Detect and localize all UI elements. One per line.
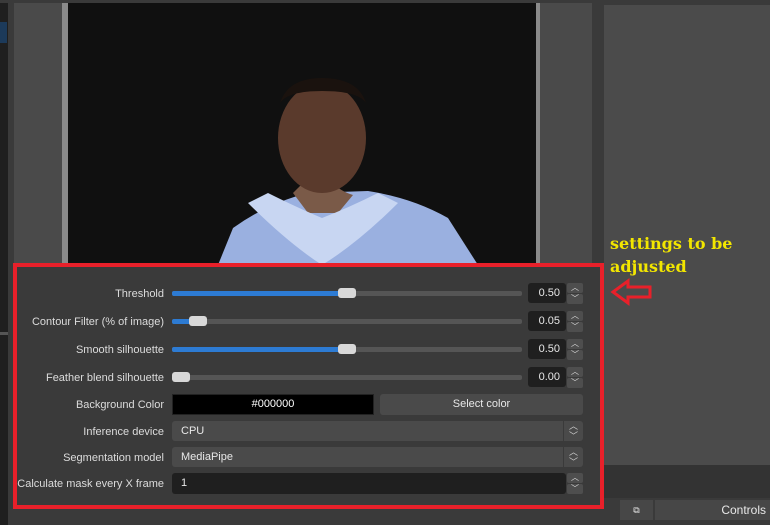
slider-fill	[172, 347, 347, 352]
inference-device-select[interactable]: CPU ︿ ﹀	[172, 421, 583, 441]
undock-icon[interactable]: ⧉	[620, 500, 653, 520]
increment-icon[interactable]: ︿	[567, 367, 583, 377]
video-preview	[62, 3, 540, 265]
inference-device-label: Inference device	[83, 426, 164, 438]
contour-filter-spinbox[interactable]: 0.05	[528, 311, 566, 331]
mask-frame-label: Calculate mask every X frame	[17, 478, 164, 490]
threshold-label: Threshold	[115, 288, 164, 300]
increment-icon[interactable]: ︿	[567, 339, 583, 349]
select-color-button[interactable]: Select color	[380, 394, 583, 415]
annotation-line-2: adjusted	[610, 257, 687, 276]
inference-device-value: CPU	[181, 425, 205, 437]
increment-icon[interactable]: ︿	[567, 311, 583, 321]
segmentation-model-value: MediaPipe	[181, 451, 233, 463]
feather-blend-label: Feather blend silhouette	[45, 372, 164, 384]
person-silhouette	[218, 78, 478, 265]
arrow-left-icon	[610, 278, 652, 306]
chevron-updown-icon: ︿ ﹀	[563, 421, 583, 441]
smooth-silhouette-label: Smooth silhouette	[75, 344, 164, 356]
annotation-line-1: settings to be	[610, 234, 733, 253]
increment-icon[interactable]: ︿	[567, 283, 583, 293]
decrement-icon[interactable]: ﹀	[567, 322, 583, 332]
left-dock	[0, 3, 8, 525]
decrement-icon[interactable]: ﹀	[567, 484, 583, 494]
increment-icon[interactable]: ︿	[567, 473, 583, 483]
threshold-spinbox[interactable]: 0.50	[528, 283, 566, 303]
controls-dock-tab[interactable]: Controls	[655, 500, 770, 520]
segmentation-model-select[interactable]: MediaPipe ︿ ﹀	[172, 447, 583, 467]
mask-frame-spinbox[interactable]: 1	[172, 473, 566, 494]
slider-handle[interactable]	[189, 316, 207, 326]
decrement-icon[interactable]: ﹀	[567, 378, 583, 388]
feather-blend-spinbox[interactable]: 0.00	[528, 367, 566, 387]
segmentation-model-label: Segmentation model	[63, 452, 164, 464]
slider-handle[interactable]	[338, 344, 356, 354]
slider-handle[interactable]	[338, 288, 356, 298]
selected-scene-item[interactable]	[0, 22, 7, 43]
background-color-label: Background Color	[75, 399, 164, 411]
slider-fill	[172, 291, 347, 296]
contour-filter-label: Contour Filter (% of image)	[31, 316, 164, 328]
decrement-icon[interactable]: ﹀	[567, 350, 583, 360]
decrement-icon[interactable]: ﹀	[567, 294, 583, 304]
chevron-updown-icon: ︿ ﹀	[563, 447, 583, 467]
smooth-silhouette-slider[interactable]	[172, 344, 522, 354]
background-color-swatch: #000000	[172, 394, 374, 415]
splitter[interactable]	[0, 332, 8, 335]
slider-handle[interactable]	[172, 372, 190, 382]
contour-filter-slider[interactable]	[172, 316, 522, 326]
feather-blend-slider[interactable]	[172, 372, 522, 382]
dock-footer	[604, 465, 770, 498]
threshold-slider[interactable]	[172, 288, 522, 298]
smooth-silhouette-spinbox[interactable]: 0.50	[528, 339, 566, 359]
annotation-text: settings to be adjusted	[610, 232, 732, 278]
